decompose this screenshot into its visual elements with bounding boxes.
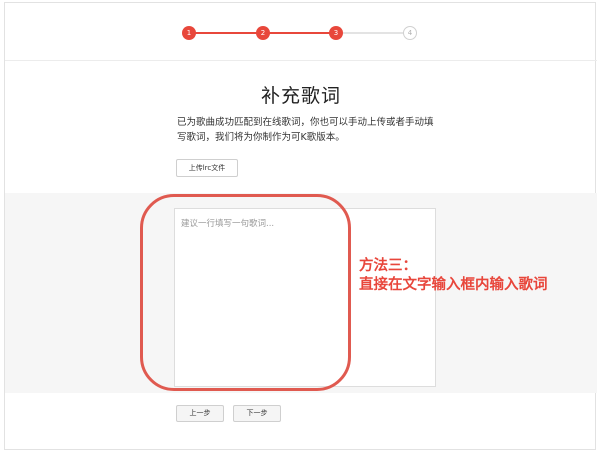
step-2-dot: 2 [256,26,270,40]
next-step-button[interactable]: 下一步 [233,405,281,422]
upload-lrc-button[interactable]: 上传lrc文件 [176,159,238,177]
stepper-line-remaining [339,32,411,34]
annotation-line-2: 直接在文字输入框内输入歌词 [359,277,548,293]
annotation-callout: 方法三： 直接在文字输入框内输入歌词 [359,257,548,295]
progress-stepper: 1 2 3 4 [5,3,597,61]
prev-step-button[interactable]: 上一步 [176,405,224,422]
annotation-line-1: 方法三： [359,258,417,274]
step-1-dot: 1 [182,26,196,40]
lyrics-input[interactable] [174,208,436,387]
step-3-dot: 3 [329,26,343,40]
page-description: 已为歌曲成功匹配到在线歌词，你也可以手动上传或者手动填写歌词，我们将为你制作为可… [177,117,434,143]
step-4-dot: 4 [403,26,417,40]
page-title: 补充歌词 [260,85,341,107]
lyrics-wizard-panel: 1 2 3 4 补充歌词 已为歌曲成功匹配到在线歌词，你也可以手动上传或者手动填… [4,2,597,450]
